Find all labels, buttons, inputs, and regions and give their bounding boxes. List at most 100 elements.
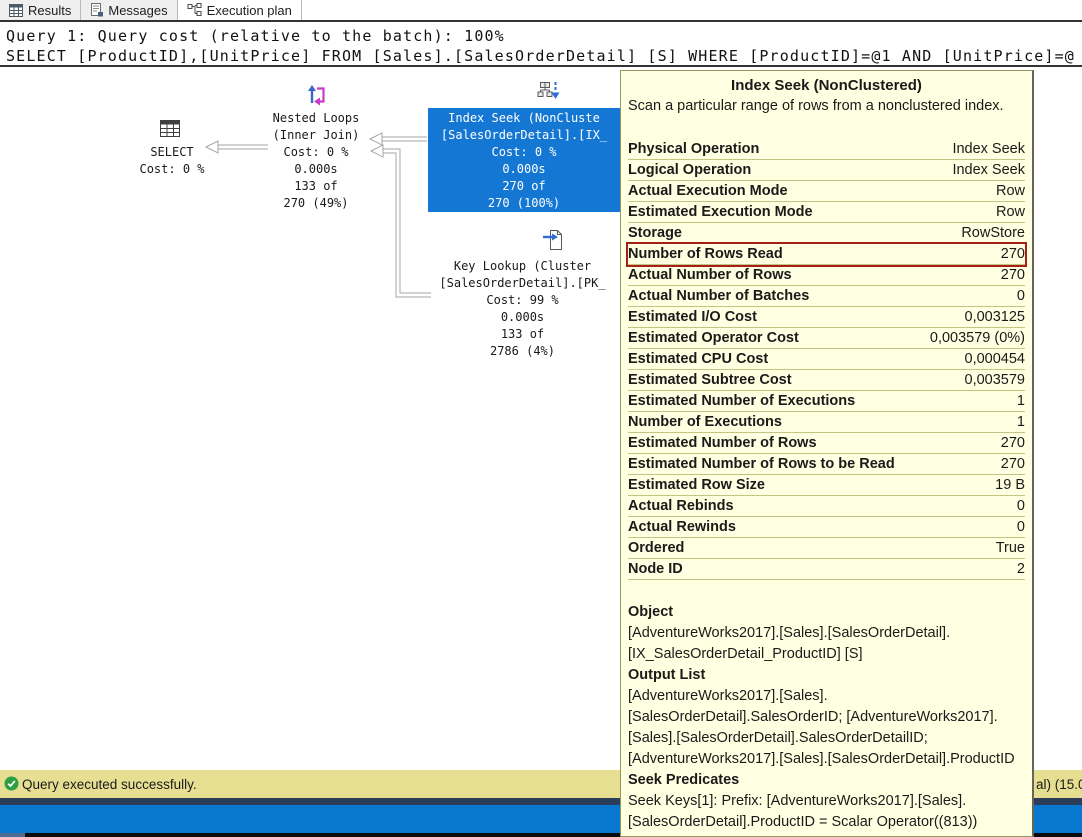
tooltip-seek-predicates-section: Seek Predicates Seek Keys[1]: Prefix: [A… [628, 770, 1025, 833]
property-value: 0 [1016, 498, 1025, 514]
tooltip-property-rows: Physical Operation Index Seek Logical Op… [628, 139, 1025, 580]
section-line: [AdventureWorks2017].[Sales]. [628, 688, 828, 704]
property-label: Logical Operation [628, 162, 752, 178]
property-label: Estimated Execution Mode [628, 204, 813, 220]
plan-node-line: [SalesOrderDetail].[PK_ [439, 276, 606, 290]
plan-node-line: [SalesOrderDetail].[IX_ [440, 128, 608, 142]
messages-icon [91, 3, 104, 17]
tab-messages-label: Messages [108, 2, 168, 18]
plan-node-line: SELECT [150, 145, 194, 159]
tooltip-object-section: Object [AdventureWorks2017].[Sales].[Sal… [628, 602, 1025, 665]
ssms-results-pane: Results Messages Execution plan Query 1: [0, 0, 1082, 837]
index-seek-tooltip: Index Seek (NonClustered) Scan a particu… [620, 70, 1034, 837]
property-value: 19 B [995, 477, 1025, 493]
tooltip-property-row: Estimated Subtree Cost 0,003579 [628, 370, 1025, 391]
select-result-icon [160, 120, 180, 137]
tooltip-property-row: Estimated Row Size 19 B [628, 475, 1025, 496]
property-label: Estimated Number of Rows [628, 435, 817, 451]
property-value: 0,003579 (0%) [929, 330, 1025, 346]
tab-messages[interactable]: Messages [81, 0, 178, 20]
plan-node-line: 2786 (4%) [489, 344, 556, 358]
arrow-keylookup-to-nestedloops[interactable] [369, 144, 431, 298]
plan-node-line: 0.000s [500, 310, 545, 324]
index-seek-selection-box: Index Seek (NonCluste [SalesOrderDetail].… [428, 108, 620, 212]
property-value: 0,000454 [964, 351, 1025, 367]
tooltip-property-row: Actual Rebinds 0 [628, 496, 1025, 517]
property-value: Index Seek [952, 162, 1025, 178]
property-label: Estimated Operator Cost [628, 330, 799, 346]
property-label: Estimated Subtree Cost [628, 372, 792, 388]
key-lookup-icon [543, 230, 562, 250]
section-line: [AdventureWorks2017].[Sales].[SalesOrder… [628, 625, 951, 641]
section-line: [SalesOrderDetail].SalesOrderID; [Advent… [628, 709, 998, 725]
property-label: Actual Rewinds [628, 519, 736, 535]
plan-node-line: Cost: 0 % [283, 145, 349, 159]
tooltip-property-row: Storage RowStore [628, 223, 1025, 244]
tooltip-property-row: Ordered True [628, 538, 1025, 559]
section-line: [IX_SalesOrderDetail_ProductID] [S] [628, 646, 863, 662]
property-label: Estimated CPU Cost [628, 351, 769, 367]
plan-node-line: Nested Loops [272, 111, 360, 125]
tab-execution-plan[interactable]: Execution plan [177, 0, 302, 20]
plan-node-line: Cost: 99 % [486, 293, 559, 307]
property-value: Index Seek [952, 141, 1025, 157]
query-cost-line: Query 1: Query cost (relative to the bat… [6, 27, 505, 45]
tooltip-property-row: Actual Execution Mode Row [628, 181, 1025, 202]
tooltip-property-row: Estimated Number of Rows to be Read 270 [628, 454, 1025, 475]
property-value: 0,003579 [964, 372, 1025, 388]
tooltip-property-row: Physical Operation Index Seek [628, 139, 1025, 160]
tooltip-property-row: Actual Number of Rows 270 [628, 265, 1025, 286]
property-value: 270 [1000, 435, 1025, 451]
index-seek-icon [537, 82, 560, 99]
plan-node-line: Cost: 0 % [491, 145, 557, 159]
tab-execution-plan-label: Execution plan [206, 2, 292, 18]
property-value: 0 [1016, 288, 1025, 304]
plan-node-line: 270 (100%) [487, 196, 561, 210]
property-label: Node ID [628, 561, 683, 577]
query-cost-header: Query 1: Query cost (relative to the bat… [0, 24, 1082, 67]
plan-node-line: 270 of [502, 179, 546, 193]
property-value: 270 [1000, 267, 1025, 283]
property-value: Row [995, 204, 1025, 220]
property-value: 2 [1016, 561, 1025, 577]
property-label: Estimated Number of Executions [628, 393, 856, 409]
execution-plan-icon [187, 3, 202, 16]
arrow-nestedloops-to-select[interactable] [204, 140, 268, 154]
section-heading-seek-predicates: Seek Predicates [628, 772, 740, 788]
plan-node-line: (Inner Join) [272, 128, 360, 142]
plan-node-line: 133 of [294, 179, 338, 193]
property-value: True [995, 540, 1025, 556]
tooltip-property-row: Estimated CPU Cost 0,000454 [628, 349, 1025, 370]
status-server-fragment: al) (15.0 [1036, 776, 1082, 792]
tab-results-label: Results [28, 2, 72, 18]
property-label: Physical Operation [628, 141, 760, 157]
plan-node-line: Key Lookup (Cluster [453, 259, 592, 273]
section-line: Seek Keys[1]: Prefix: [AdventureWorks201… [628, 793, 967, 809]
tab-results[interactable]: Results [0, 0, 82, 20]
property-label: Actual Execution Mode [628, 183, 788, 199]
tooltip-property-row: Number of Rows Read 270 [628, 244, 1025, 265]
property-value: 0,003125 [964, 309, 1025, 325]
section-line: [Sales].[SalesOrderDetail].SalesOrderDet… [628, 730, 928, 746]
section-heading-object: Object [628, 604, 674, 620]
property-label: Estimated Number of Rows to be Read [628, 456, 895, 472]
property-label: Number of Executions [628, 414, 782, 430]
tooltip-description: Scan a particular range of rows from a n… [628, 98, 1004, 114]
plan-node-line: 0.000s [502, 162, 546, 176]
property-label: Actual Number of Batches [628, 288, 810, 304]
tooltip-property-row: Logical Operation Index Seek [628, 160, 1025, 181]
plan-node-line: 270 (49%) [283, 196, 349, 210]
plan-node-line: Index Seek (NonCluste [448, 111, 600, 125]
tooltip-property-row: Estimated I/O Cost 0,003125 [628, 307, 1025, 328]
plan-node-line: Cost: 0 % [139, 162, 205, 176]
arrow-indexseek-to-nestedloops[interactable] [368, 132, 427, 146]
tooltip-output-list-section: Output List [AdventureWorks2017].[Sales]… [628, 665, 1025, 770]
status-message: Query executed successfully. [22, 776, 197, 792]
property-label: Estimated I/O Cost [628, 309, 757, 325]
property-value: 1 [1016, 414, 1025, 430]
tooltip-title: Index Seek (NonClustered) [731, 77, 922, 94]
property-value: Row [995, 183, 1025, 199]
tooltip-property-row: Node ID 2 [628, 559, 1025, 580]
property-value: 270 [1000, 246, 1025, 262]
tooltip-property-row: Estimated Number of Rows 270 [628, 433, 1025, 454]
